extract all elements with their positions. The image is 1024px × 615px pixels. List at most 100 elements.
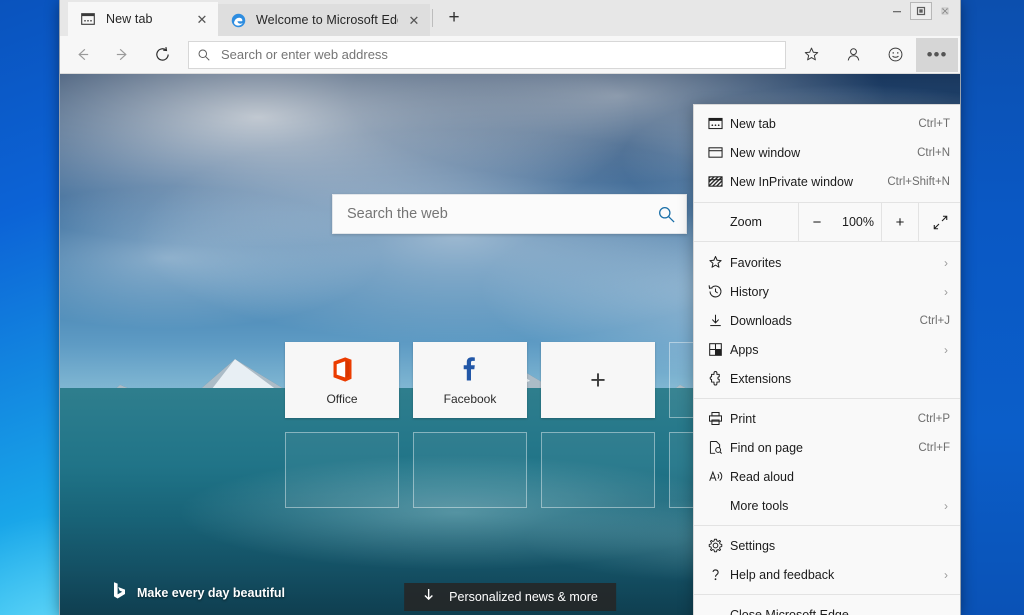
restore-button[interactable] — [910, 2, 932, 20]
tab-separator — [432, 9, 433, 27]
menu-item-close-microsoft-edge[interactable]: Close Microsoft Edge — [694, 600, 960, 615]
new-tab-icon — [708, 116, 730, 131]
menu-label: New window — [730, 146, 917, 160]
menu-shortcut: Ctrl+N — [917, 147, 952, 159]
web-search-input[interactable] — [347, 206, 657, 222]
menu-label: New InPrivate window — [730, 175, 887, 189]
menu-label: Help and feedback — [730, 568, 944, 582]
tab-close-icon[interactable]: ✕ — [404, 10, 424, 30]
window-controls — [886, 2, 956, 20]
tab-close-icon[interactable]: ✕ — [192, 9, 212, 29]
browser-toolbar: ••• — [60, 36, 960, 74]
zoom-out-button[interactable]: − — [798, 203, 835, 241]
menu-item-favorites[interactable]: Favorites › — [694, 248, 960, 277]
search-icon — [197, 48, 211, 62]
forward-button[interactable] — [102, 38, 142, 72]
menu-close-section: Close Microsoft Edge — [694, 600, 960, 615]
search-icon[interactable] — [657, 205, 676, 224]
new-tab-button[interactable]: + — [439, 3, 469, 33]
menu-shortcut: Ctrl+T — [918, 118, 952, 130]
gear-icon — [708, 538, 730, 553]
menu-label: Downloads — [730, 314, 920, 328]
personalized-news-button[interactable]: Personalized news & more — [404, 583, 616, 611]
menu-item-more-tools[interactable]: More tools › — [694, 491, 960, 520]
menu-item-help-and-feedback[interactable]: Help and feedback › — [694, 560, 960, 589]
facebook-icon — [458, 354, 483, 384]
menu-shortcut: Ctrl+P — [918, 413, 952, 425]
menu-label: Apps — [730, 343, 944, 357]
tab-strip: New tab ✕ Welcome to Microsoft Edge Can … — [60, 0, 960, 36]
print-icon — [708, 411, 730, 426]
tile-empty[interactable] — [413, 432, 527, 508]
news-button-label: Personalized news & more — [449, 590, 598, 604]
bing-attribution-text: Make every day beautiful — [137, 586, 285, 600]
new-tab-icon — [80, 11, 96, 27]
close-button[interactable] — [934, 2, 956, 20]
menu-item-downloads[interactable]: Downloads Ctrl+J — [694, 306, 960, 335]
plus-glyph: + — [590, 367, 606, 394]
menu-label: Favorites — [730, 256, 944, 270]
tab-welcome-to-microsoft-edge[interactable]: Welcome to Microsoft Edge Can ✕ — [218, 4, 430, 36]
menu-label: Read aloud — [730, 470, 952, 484]
menu-shortcut: Ctrl+F — [918, 442, 952, 454]
arrow-down-icon — [422, 588, 435, 607]
edge-logo-icon — [230, 12, 246, 28]
settings-and-more-button[interactable]: ••• — [916, 38, 958, 72]
chevron-right-icon: › — [944, 256, 952, 270]
menu-item-read-aloud[interactable]: Read aloud — [694, 462, 960, 491]
menu-separator — [694, 525, 960, 526]
menu-item-history[interactable]: History › — [694, 277, 960, 306]
tab-new-tab[interactable]: New tab ✕ — [68, 2, 218, 36]
extensions-icon — [708, 371, 730, 386]
profile-button[interactable] — [832, 38, 874, 72]
menu-item-new-tab[interactable]: New tab Ctrl+T — [694, 109, 960, 138]
desktop-right-fill — [960, 0, 1024, 615]
new-window-icon — [708, 145, 730, 160]
star-icon — [708, 255, 730, 270]
fullscreen-icon[interactable] — [918, 203, 960, 241]
feedback-button[interactable] — [874, 38, 916, 72]
history-icon — [708, 284, 730, 299]
ellipsis-icon: ••• — [927, 52, 948, 58]
menu-item-print[interactable]: Print Ctrl+P — [694, 404, 960, 433]
apps-icon — [708, 342, 730, 357]
menu-item-extensions[interactable]: Extensions — [694, 364, 960, 393]
menu-separator — [694, 398, 960, 399]
menu-label: Print — [730, 412, 918, 426]
tile-label: Facebook — [444, 392, 497, 406]
tile-empty[interactable] — [285, 432, 399, 508]
tab-title: Welcome to Microsoft Edge Can — [256, 13, 398, 27]
reload-button[interactable] — [142, 38, 182, 72]
chevron-right-icon: › — [944, 568, 952, 582]
read-aloud-icon — [708, 469, 730, 484]
menu-item-find-on-page[interactable]: Find on page Ctrl+F — [694, 433, 960, 462]
download-icon — [708, 313, 730, 328]
menu-label: Close Microsoft Edge — [730, 608, 952, 615]
question-icon — [708, 567, 730, 582]
web-search-box[interactable] — [332, 194, 687, 234]
menu-item-new-inprivate-window[interactable]: New InPrivate window Ctrl+Shift+N — [694, 167, 960, 196]
tile-empty[interactable] — [541, 432, 655, 508]
minimize-button[interactable] — [886, 2, 908, 20]
menu-item-apps[interactable]: Apps › — [694, 335, 960, 364]
zoom-in-button[interactable]: + — [881, 203, 918, 241]
favorites-button[interactable] — [790, 38, 832, 72]
address-input[interactable] — [221, 47, 777, 62]
find-icon — [708, 440, 730, 455]
menu-item-settings[interactable]: Settings — [694, 531, 960, 560]
bing-attribution[interactable]: Make every day beautiful — [112, 581, 285, 605]
browser-window: New tab ✕ Welcome to Microsoft Edge Can … — [60, 0, 960, 615]
menu-item-new-window[interactable]: New window Ctrl+N — [694, 138, 960, 167]
back-button[interactable] — [62, 38, 102, 72]
tile-label: Office — [326, 392, 357, 406]
zoom-label: Zoom — [694, 203, 798, 241]
menu-label: History — [730, 285, 944, 299]
tile-facebook[interactable]: Facebook — [413, 342, 527, 418]
menu-label: More tools — [730, 499, 944, 513]
zoom-level: 100% — [835, 203, 881, 241]
tab-title: New tab — [106, 12, 186, 26]
address-bar[interactable] — [188, 41, 786, 69]
tile-add-site[interactable]: + — [541, 342, 655, 418]
tile-office[interactable]: Office — [285, 342, 399, 418]
zoom-row: Zoom − 100% + — [694, 202, 960, 242]
